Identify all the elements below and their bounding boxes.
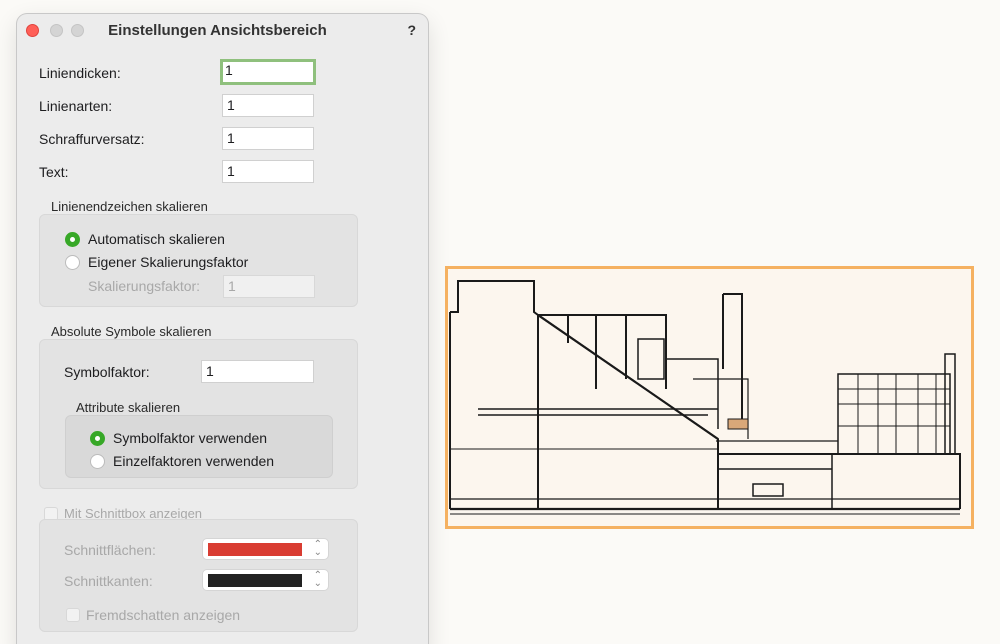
radio-unselected-icon bbox=[90, 453, 105, 469]
section-faces-label: Schnittflächen: bbox=[64, 542, 156, 558]
scale-factor-input[interactable]: 1 bbox=[223, 275, 315, 298]
auto-scale-radio[interactable]: Automatisch skalieren bbox=[65, 231, 225, 247]
hatch-offset-input[interactable]: 1 bbox=[222, 127, 314, 150]
radio-selected-icon bbox=[90, 430, 105, 446]
symbol-group-title: Absolute Symbole skalieren bbox=[51, 324, 212, 339]
section-faces-color-popup[interactable]: ⌃ ⌄ bbox=[202, 538, 329, 560]
line-types-input[interactable]: 1 bbox=[222, 94, 314, 117]
text-label: Text: bbox=[39, 164, 69, 180]
viewport-settings-dialog: Einstellungen Ansichtsbereich ? Liniendi… bbox=[17, 14, 428, 644]
title-bar: Einstellungen Ansichtsbereich ? bbox=[17, 14, 428, 48]
section-group: Schnittflächen: ⌃ ⌄ Schnittkanten: ⌃ ⌄ Fre… bbox=[39, 519, 358, 632]
foreign-shadow-label: Fremdschatten anzeigen bbox=[86, 607, 241, 623]
scale-factor-label: Skalierungsfaktor: bbox=[88, 278, 201, 294]
text-input[interactable]: 1 bbox=[222, 160, 314, 183]
symbol-factor-label: Symbolfaktor: bbox=[64, 364, 150, 380]
use-individual-factors-radio[interactable]: Einzelfaktoren verwenden bbox=[90, 453, 274, 469]
section-edges-label: Schnittkanten: bbox=[64, 573, 153, 589]
attr-group-title: Attribute skalieren bbox=[76, 400, 181, 415]
radio-unselected-icon bbox=[65, 254, 80, 270]
use-symbol-factor-label: Symbolfaktor verwenden bbox=[113, 430, 268, 446]
foreign-shadow-checkbox[interactable]: Fremdschatten anzeigen bbox=[66, 607, 240, 623]
section-edges-color-popup[interactable]: ⌃ ⌄ bbox=[202, 569, 329, 591]
section-viewport[interactable] bbox=[445, 266, 974, 529]
line-end-group: Automatisch skalieren Eigener Skalierung… bbox=[39, 214, 358, 307]
symbol-group: Symbolfaktor: 1 Attribute skalieren Symb… bbox=[39, 339, 358, 489]
line-weight-input[interactable]: 1 bbox=[220, 59, 316, 85]
custom-scale-radio[interactable]: Eigener Skalierungsfaktor bbox=[65, 254, 248, 270]
use-individual-factors-label: Einzelfaktoren verwenden bbox=[113, 453, 275, 469]
help-button[interactable]: ? bbox=[407, 22, 416, 38]
radio-selected-icon bbox=[65, 231, 80, 247]
attr-group: Symbolfaktor verwenden Einzelfaktoren ve… bbox=[65, 415, 333, 478]
auto-scale-label: Automatisch skalieren bbox=[88, 231, 225, 247]
line-weight-label: Liniendicken: bbox=[39, 65, 121, 81]
section-faces-swatch bbox=[208, 543, 302, 556]
section-drawing bbox=[449, 280, 961, 515]
use-symbol-factor-radio[interactable]: Symbolfaktor verwenden bbox=[90, 430, 267, 446]
dialog-title: Einstellungen Ansichtsbereich bbox=[108, 22, 327, 39]
chevron-updown-icon: ⌃ ⌄ bbox=[313, 539, 322, 558]
section-edges-swatch bbox=[208, 574, 302, 587]
chevron-updown-icon: ⌃ ⌄ bbox=[313, 570, 322, 589]
checkbox-unchecked-icon bbox=[66, 608, 80, 622]
hatch-offset-label: Schraffurversatz: bbox=[39, 131, 145, 147]
line-types-label: Linienarten: bbox=[39, 98, 113, 114]
line-end-group-title: Linienendzeichen skalieren bbox=[51, 199, 208, 214]
custom-scale-label: Eigener Skalierungsfaktor bbox=[88, 254, 249, 270]
symbol-factor-input[interactable]: 1 bbox=[201, 360, 314, 383]
